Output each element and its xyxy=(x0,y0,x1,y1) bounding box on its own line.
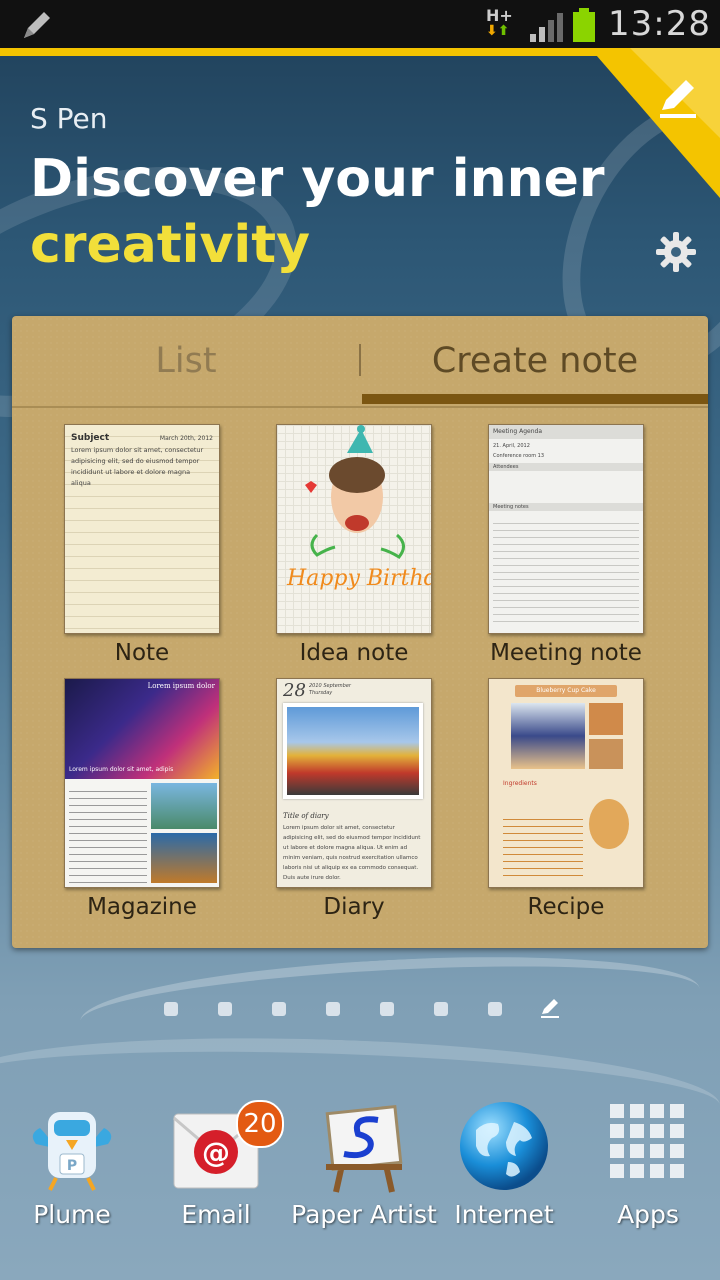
svg-text:@: @ xyxy=(202,1136,230,1169)
dock-app-label: Email xyxy=(181,1200,251,1229)
diary-day: 28 xyxy=(283,680,306,701)
dock-app-label: Plume xyxy=(33,1200,111,1229)
selected-tab-indicator xyxy=(362,394,708,404)
battery-icon xyxy=(573,8,595,42)
tab-list[interactable]: List xyxy=(12,316,360,406)
signal-strength-icon xyxy=(530,13,563,42)
meeting-note-thumbnail: Meeting Agenda 21. April, 2012 Conferenc… xyxy=(488,424,644,634)
dock-app-internet[interactable]: Internet xyxy=(444,1096,564,1236)
diary-title: Title of diary xyxy=(283,812,329,820)
page-dot[interactable] xyxy=(326,1002,340,1016)
template-label: Meeting note xyxy=(490,640,642,666)
pen-icon[interactable] xyxy=(538,996,562,1020)
idea-note-thumbnail: Happy Birthday xyxy=(276,424,432,634)
recipe-section: Ingredients xyxy=(503,780,537,787)
clock: 13:28 xyxy=(608,4,711,44)
diary-weekday: Thursday xyxy=(309,690,333,696)
meeting-location: Conference room 13 xyxy=(493,453,545,459)
template-label: Note xyxy=(114,640,170,666)
meeting-title: Meeting Agenda xyxy=(493,428,542,435)
magazine-headline: Lorem ipsum dolor xyxy=(147,682,215,690)
dock-app-apps[interactable]: Apps xyxy=(588,1096,708,1236)
template-label: Diary xyxy=(323,894,385,920)
brand-label: S Pen xyxy=(30,102,108,135)
page-dot[interactable] xyxy=(380,1002,394,1016)
dock-app-label: Paper Artist xyxy=(291,1200,437,1229)
recipe-title: Blueberry Cup Cake xyxy=(536,687,596,694)
page-dot[interactable] xyxy=(218,1002,232,1016)
headline: Discover your inner creativity xyxy=(30,146,605,278)
birthday-doodle-image: Happy Birthday xyxy=(286,425,431,591)
headline-line-2: creativity xyxy=(30,215,310,275)
s-pen-notification-icon xyxy=(24,12,50,38)
page-dot[interactable] xyxy=(434,1002,448,1016)
template-label: Idea note xyxy=(299,640,409,666)
diary-month: 2010 September xyxy=(309,683,351,689)
dock-app-email[interactable]: @ 20 Email xyxy=(156,1096,284,1236)
meeting-section-notes: Meeting notes xyxy=(493,504,529,510)
apps-grid-icon xyxy=(610,1104,684,1178)
headline-line-1: Discover your inner xyxy=(30,149,605,209)
tab-create-note[interactable]: Create note xyxy=(362,316,708,406)
s-note-widget: List Create note Subject March 20th, 201… xyxy=(12,316,708,948)
note-date: March 20th, 2012 xyxy=(159,435,213,442)
note-body: Lorem ipsum dolor sit amet, consectetur … xyxy=(71,446,204,487)
note-thumbnail: Subject March 20th, 2012 Lorem ipsum dol… xyxy=(64,424,220,634)
meeting-date: 21. April, 2012 xyxy=(493,443,530,449)
dock-app-label: Apps xyxy=(617,1200,679,1229)
status-bar: H+ ⬇⬆ 13:28 xyxy=(0,0,720,48)
magazine-thumbnail: Lorem ipsum dolor Lorem ipsum dolor sit … xyxy=(64,678,220,888)
meeting-section-attendees: Attendees xyxy=(493,464,519,470)
tab-divider xyxy=(359,344,361,376)
recipe-thumbnail: Blueberry Cup Cake Ingredients xyxy=(488,678,644,888)
idea-note-text: Happy Birthday xyxy=(286,566,431,591)
dock-app-plume[interactable]: P Plume xyxy=(12,1096,132,1236)
diary-body: Lorem ipsum dolor sit amet, consectetur … xyxy=(283,825,421,881)
dock-app-paper-artist[interactable]: Paper Artist xyxy=(291,1096,437,1236)
template-label: Recipe xyxy=(527,894,605,920)
settings-gear-icon[interactable] xyxy=(654,230,698,274)
network-type-indicator: H+ ⬇⬆ xyxy=(486,6,513,39)
plume-bird-icon: P xyxy=(32,1112,112,1191)
svg-text:P: P xyxy=(67,1158,77,1174)
page-dot[interactable] xyxy=(164,1002,178,1016)
page-dot[interactable] xyxy=(488,1002,502,1016)
paper-artist-easel-icon xyxy=(325,1104,403,1193)
dock-app-label: Internet xyxy=(454,1200,554,1229)
magazine-caption: Lorem ipsum dolor sit amet, adipis xyxy=(69,766,174,773)
page-dot[interactable] xyxy=(272,1002,286,1016)
note-subject: Subject xyxy=(71,433,110,443)
template-label: Magazine xyxy=(87,894,197,920)
diary-thumbnail: 28 2010 September Thursday Title of diar… xyxy=(276,678,432,888)
pen-shortcut-icon[interactable] xyxy=(654,74,702,122)
globe-icon xyxy=(460,1102,548,1190)
widget-tabs: List Create note xyxy=(12,316,708,408)
notification-badge: 20 xyxy=(236,1100,284,1148)
